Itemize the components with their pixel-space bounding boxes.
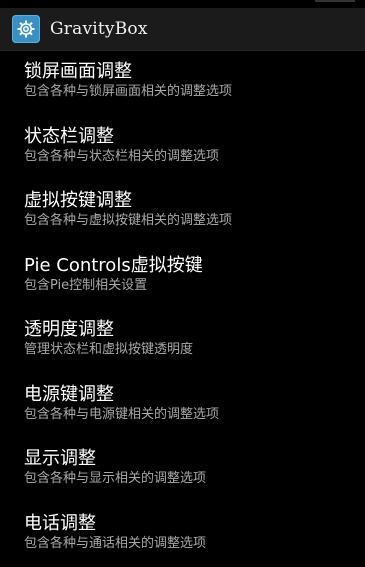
gear-icon[interactable] — [12, 15, 40, 43]
settings-item-title: 虚拟按键调整 — [24, 190, 132, 212]
settings-item-display[interactable]: 显示调整 包含各种与显示相关的调整选项 — [0, 438, 365, 503]
settings-item-title: 状态栏调整 — [24, 126, 114, 148]
settings-item-title: Pie Controls虚拟按键 — [24, 255, 203, 277]
settings-item-power-key[interactable]: 电源键调整 包含各种与电源键相关的调整选项 — [0, 374, 365, 439]
settings-item-title: 电话调整 — [24, 513, 96, 535]
settings-item-title: 锁屏画面调整 — [24, 61, 132, 83]
status-bar-indicator — [315, 0, 355, 2]
settings-item-lockscreen[interactable]: 锁屏画面调整 包含各种与锁屏画面相关的调整选项 — [0, 51, 365, 116]
app-title: GravityBox — [50, 19, 148, 39]
settings-item-summary: 包含各种与锁屏画面相关的调整选项 — [24, 83, 232, 100]
settings-item-summary: 包含各种与通话相关的调整选项 — [24, 535, 206, 552]
settings-item-title: 电源键调整 — [24, 384, 114, 406]
settings-item-title: 透明度调整 — [24, 319, 114, 341]
settings-item-summary: 包含各种与显示相关的调整选项 — [24, 470, 206, 487]
gear-icon-glyph — [16, 19, 36, 39]
settings-item-summary: 包含Pie控制相关设置 — [24, 277, 147, 294]
settings-item-statusbar[interactable]: 状态栏调整 包含各种与状态栏相关的调整选项 — [0, 116, 365, 181]
settings-list: 锁屏画面调整 包含各种与锁屏画面相关的调整选项 状态栏调整 包含各种与状态栏相关… — [0, 51, 365, 567]
settings-item-phone[interactable]: 电话调整 包含各种与通话相关的调整选项 — [0, 503, 365, 567]
status-bar — [0, 0, 365, 8]
action-bar: GravityBox — [0, 8, 365, 51]
settings-item-summary: 管理状态栏和虚拟按键透明度 — [24, 341, 193, 358]
settings-item-summary: 包含各种与状态栏相关的调整选项 — [24, 148, 219, 165]
settings-item-pie-controls[interactable]: Pie Controls虚拟按键 包含Pie控制相关设置 — [0, 245, 365, 310]
settings-item-navbar[interactable]: 虚拟按键调整 包含各种与虚拟按键相关的调整选项 — [0, 180, 365, 245]
settings-item-summary: 包含各种与电源键相关的调整选项 — [24, 406, 219, 423]
settings-item-title: 显示调整 — [24, 448, 96, 470]
settings-item-transparency[interactable]: 透明度调整 管理状态栏和虚拟按键透明度 — [0, 309, 365, 374]
settings-item-summary: 包含各种与虚拟按键相关的调整选项 — [24, 212, 232, 229]
